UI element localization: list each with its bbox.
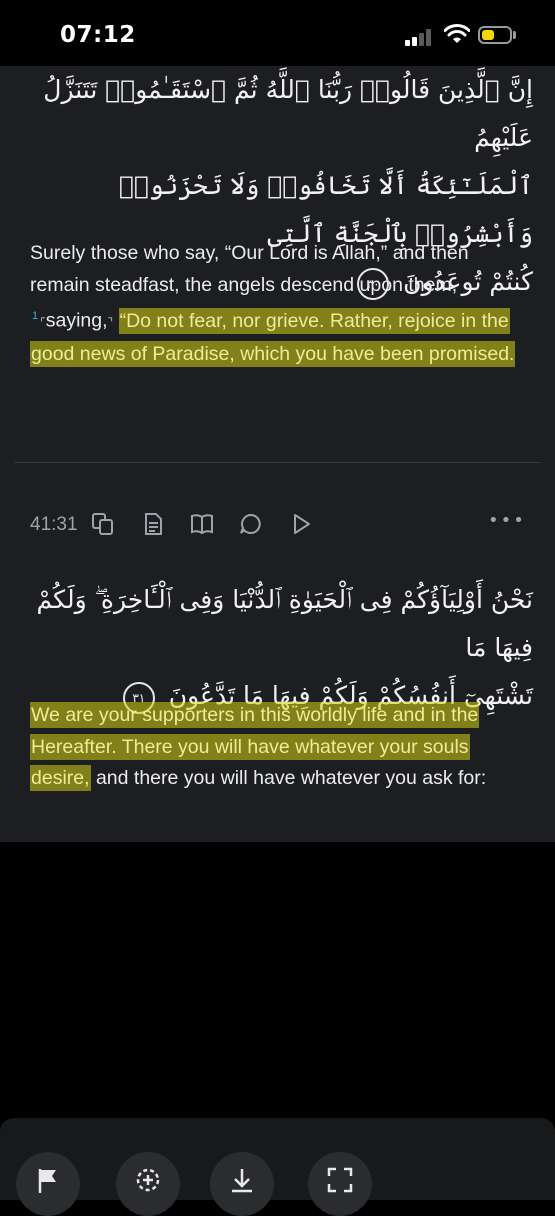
verse-toolbar: 41:31 •••	[0, 506, 555, 546]
verse-content: إِنَّ ٱلَّذِينَ قَالُوا۟ رَبُّنَا ٱللَّه…	[0, 66, 555, 842]
arabic-line: نَحْنُ أَوْلِيَآؤُكُمْ فِى ٱلْحَيَوٰةِ ٱ…	[36, 585, 533, 662]
battery-icon	[478, 26, 512, 44]
copy-icon[interactable]	[90, 511, 116, 537]
bottom-action-bar	[0, 1118, 555, 1216]
footnote-link[interactable]: 1	[32, 310, 38, 322]
divider	[14, 462, 541, 463]
signal-icon	[405, 28, 435, 46]
add-bookmark-icon	[136, 1168, 160, 1192]
flag-button[interactable]	[16, 1152, 80, 1216]
add-bookmark-button[interactable]	[116, 1152, 180, 1216]
flag-icon	[38, 1169, 56, 1193]
fullscreen-icon	[327, 1167, 353, 1193]
verse-31-arabic: نَحْنُ أَوْلِيَآؤُكُمْ فِى ٱلْحَيَوٰةِ ٱ…	[22, 576, 533, 720]
status-time: 07:12	[60, 22, 136, 48]
play-icon[interactable]	[288, 511, 314, 537]
verse-reference: 41:31	[30, 514, 78, 535]
download-icon	[232, 1169, 252, 1193]
verse-31-translation: We are your supporters in this worldly l…	[30, 702, 487, 791]
status-bar: 07:12	[0, 0, 555, 66]
wifi-icon	[444, 24, 470, 43]
verse-30-translation: Surely those who say, “Our Lord is Allah…	[30, 242, 516, 367]
download-button[interactable]	[210, 1152, 274, 1216]
fullscreen-button[interactable]	[308, 1152, 372, 1216]
more-icon[interactable]: •••	[488, 510, 526, 531]
comment-icon[interactable]	[238, 511, 264, 537]
arabic-line: إِنَّ ٱلَّذِينَ قَالُوا۟ رَبُّنَا ٱللَّه…	[43, 75, 533, 152]
tafsir-icon[interactable]	[140, 511, 166, 537]
book-icon[interactable]	[189, 511, 215, 537]
